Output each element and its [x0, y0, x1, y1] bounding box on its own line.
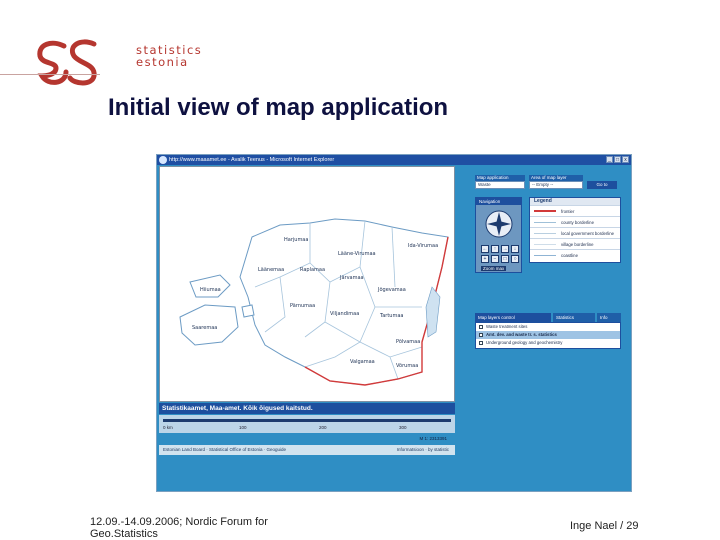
- legend-label: local government borderline: [561, 230, 615, 236]
- control-panel: Map application Waste Area of map layer …: [475, 175, 621, 455]
- legend-item: county borderline: [530, 216, 620, 227]
- layer-checkbox[interactable]: [479, 341, 483, 345]
- county-label: Viljandimaa: [330, 311, 359, 317]
- navigation-panel: Navigation ← ↑ → ↓ + − □ ○ Zoom max: [475, 197, 522, 273]
- internet-explorer-icon: [159, 156, 167, 164]
- map-attribution: Statistikaamet, Maa-amet. Kõik õigused k…: [159, 403, 455, 414]
- status-bar: Estonian Land Board · Statistical Office…: [159, 445, 455, 455]
- county-label: Hiiumaa: [200, 287, 221, 293]
- scale-label: 100: [239, 425, 247, 430]
- scale-ratio: M 1: 2313391: [419, 436, 447, 441]
- county-label: Põlvamaa: [396, 339, 420, 345]
- county-label: Järvamaa: [339, 275, 364, 281]
- scale-label: 200: [319, 425, 327, 430]
- muhu-shape: [241, 304, 255, 318]
- navigation-button[interactable]: −: [491, 255, 499, 263]
- status-right-text[interactable]: Informatsioon · by statistic: [397, 445, 449, 455]
- navigation-button[interactable]: →: [501, 245, 509, 253]
- legend-line-swatch: [534, 210, 556, 212]
- layer-item[interactable]: Amt. dev. and waste tr. s. statistics: [476, 331, 620, 339]
- statistics-estonia-logo: statistics estonia: [36, 38, 201, 92]
- map-application-screenshot: http://www.maaamet.ee - Avalik Teenus - …: [156, 154, 632, 492]
- tab-map-layers-control[interactable]: Map layers control: [475, 313, 551, 322]
- footer-event-line2: Geo.Statistics: [90, 528, 158, 540]
- county-label: Ida-Virumaa: [408, 243, 438, 249]
- legend-label: frontier: [561, 208, 575, 214]
- slide-title: Initial view of map application: [108, 94, 449, 121]
- scale-bar: [163, 419, 451, 422]
- legend-label: county borderline: [561, 219, 594, 225]
- county-label: Läänemaa: [258, 267, 284, 273]
- compass-pan-icon[interactable]: [484, 209, 514, 239]
- navigation-button[interactable]: ○: [511, 255, 519, 263]
- footer-event-line1: 12.09.-14.09.2006; Nordic Forum for: [90, 516, 268, 528]
- navigation-heading: Navigation: [476, 198, 521, 205]
- legend-line-swatch: [534, 232, 556, 234]
- area-layer-select[interactable]: -- Empty --: [529, 181, 583, 189]
- legend-line-swatch: [534, 254, 556, 256]
- close-button[interactable]: x: [622, 156, 629, 163]
- county-label: Harjumaa: [284, 237, 308, 243]
- layer-item[interactable]: Underground geology and geochemistry: [476, 339, 620, 347]
- county-label: Lääne-Virumaa: [338, 251, 376, 257]
- layer-checkbox[interactable]: [479, 325, 483, 329]
- layer-item[interactable]: Waste treatment sites: [476, 323, 620, 331]
- navigation-buttons: ← ↑ → ↓ + − □ ○: [481, 245, 519, 263]
- tab-statistics[interactable]: Statistics: [553, 313, 595, 322]
- county-label: Raplamaa: [300, 267, 325, 273]
- scale-label: 300: [399, 425, 407, 430]
- navigation-button[interactable]: ←: [481, 245, 489, 253]
- legend-item: frontier: [530, 205, 620, 216]
- legend-panel: Legend frontier county borderline local go…: [529, 197, 621, 263]
- county-label: Tartumaa: [379, 313, 403, 319]
- scale-bar-area: 0 km 100 200 300: [159, 415, 455, 433]
- tab-info[interactable]: Info: [597, 313, 621, 322]
- layer-label: Amt. dev. and waste tr. s. statistics: [486, 332, 557, 337]
- navigation-button[interactable]: □: [501, 255, 509, 263]
- county-label: Võrumaa: [396, 363, 418, 369]
- go-to-button[interactable]: Go to: [587, 181, 617, 189]
- navigation-button[interactable]: ↓: [511, 245, 519, 253]
- legend-label: coastline: [561, 252, 578, 258]
- footer-event: 12.09.-14.09.2006; Nordic Forum for Geo.…: [90, 516, 268, 540]
- estonia-map: Harjumaa Lääne-Virumaa Ida-Virumaa Hiiumaa L…: [160, 167, 454, 401]
- minimize-button[interactable]: _: [606, 156, 613, 163]
- navigation-hint[interactable]: Zoom max: [481, 266, 507, 271]
- layer-tabs: Map layers control Statistics Info: [475, 313, 621, 322]
- layer-checkbox[interactable]: [479, 333, 483, 337]
- footer-author-page: Inge Nael / 29: [570, 520, 639, 532]
- navigation-button[interactable]: ↑: [491, 245, 499, 253]
- header-rule: [0, 74, 100, 75]
- scale-label: 0 km: [163, 425, 173, 430]
- browser-title: http://www.maaamet.ee - Avalik Teenus - …: [169, 157, 335, 163]
- legend-label: village borderline: [561, 241, 594, 247]
- legend-item: local government borderline: [530, 227, 620, 238]
- legend-item: coastline: [530, 249, 620, 260]
- county-label: Pärnumaa: [290, 303, 315, 309]
- map-application-select[interactable]: Waste: [475, 181, 525, 189]
- county-label: Saaremaa: [192, 325, 217, 331]
- legend-heading: Legend: [530, 198, 620, 205]
- map-canvas[interactable]: Harjumaa Lääne-Virumaa Ida-Virumaa Hiiumaa L…: [159, 166, 455, 402]
- layers-list: Waste treatment sites Amt. dev. and wast…: [475, 322, 621, 349]
- county-label: Valgamaa: [350, 359, 375, 365]
- layer-label: Underground geology and geochemistry: [486, 340, 563, 345]
- legend-item: village borderline: [530, 238, 620, 249]
- layer-label: Waste treatment sites: [486, 324, 528, 329]
- maximize-button[interactable]: □: [614, 156, 621, 163]
- legend-line-swatch: [534, 221, 556, 223]
- es-logo-icon: [37, 39, 97, 86]
- navigation-button[interactable]: +: [481, 255, 489, 263]
- legend-line-swatch: [534, 243, 556, 245]
- logo-line-estonia: estonia: [136, 55, 189, 69]
- browser-title-bar: http://www.maaamet.ee - Avalik Teenus - …: [157, 155, 631, 165]
- status-left-text[interactable]: Estonian Land Board · Statistical Office…: [163, 447, 286, 452]
- county-label: Jõgevamaa: [377, 287, 406, 293]
